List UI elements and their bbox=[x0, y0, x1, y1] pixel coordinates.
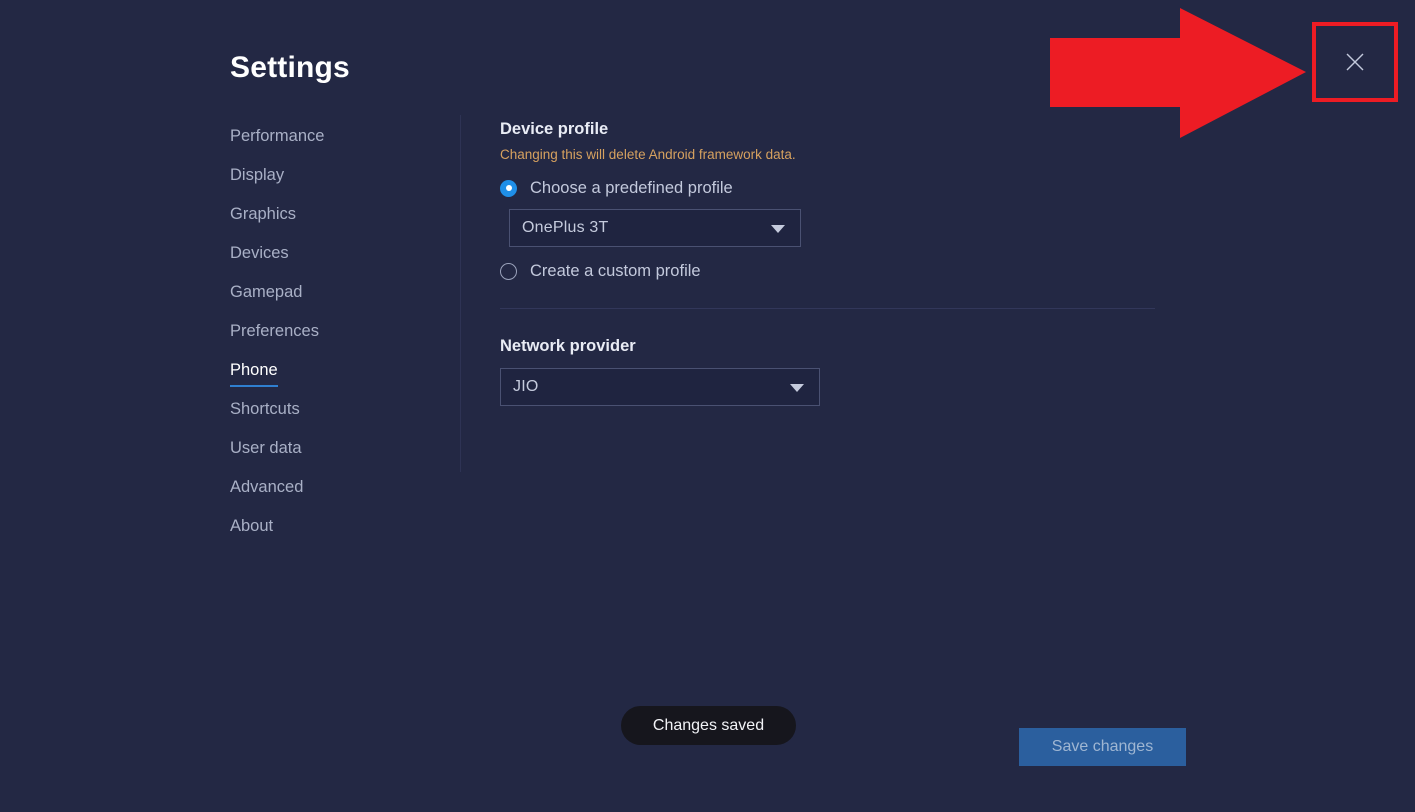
settings-main-panel: Device profile Changing this will delete… bbox=[500, 118, 1160, 406]
network-provider-section: Network provider JIO bbox=[500, 335, 1160, 406]
sidebar-item-preferences[interactable]: Preferences bbox=[230, 320, 440, 359]
sidebar-item-phone[interactable]: Phone bbox=[230, 359, 440, 398]
sidebar-item-advanced[interactable]: Advanced bbox=[230, 476, 440, 515]
sidebar-item-devices[interactable]: Devices bbox=[230, 242, 440, 281]
sidebar-item-label: Devices bbox=[230, 242, 289, 268]
chevron-down-icon bbox=[771, 225, 785, 233]
sidebar-item-label: Performance bbox=[230, 125, 324, 151]
chevron-down-icon bbox=[790, 384, 804, 392]
radio-option-predefined-profile[interactable]: Choose a predefined profile bbox=[500, 178, 1160, 198]
device-profile-section: Device profile Changing this will delete… bbox=[500, 118, 1160, 281]
sidebar-item-label: Shortcuts bbox=[230, 398, 300, 424]
sidebar-item-label: User data bbox=[230, 437, 302, 463]
device-profile-select-value: OnePlus 3T bbox=[522, 219, 608, 237]
sidebar-item-label: Phone bbox=[230, 359, 278, 387]
radio-label: Choose a predefined profile bbox=[530, 178, 733, 198]
device-profile-warning: Changing this will delete Android framew… bbox=[500, 146, 1160, 164]
status-toast: Changes saved bbox=[621, 706, 796, 745]
device-profile-title: Device profile bbox=[500, 118, 1160, 140]
sidebar-item-display[interactable]: Display bbox=[230, 164, 440, 203]
save-changes-button[interactable]: Save changes bbox=[1019, 728, 1186, 766]
sidebar-item-label: About bbox=[230, 515, 273, 541]
sidebar-item-gamepad[interactable]: Gamepad bbox=[230, 281, 440, 320]
sidebar-item-about[interactable]: About bbox=[230, 515, 440, 554]
sidebar-item-graphics[interactable]: Graphics bbox=[230, 203, 440, 242]
sidebar-item-performance[interactable]: Performance bbox=[230, 125, 440, 164]
sidebar-item-label: Gamepad bbox=[230, 281, 302, 307]
sidebar-item-user-data[interactable]: User data bbox=[230, 437, 440, 476]
section-divider bbox=[500, 308, 1155, 309]
sidebar-item-label: Display bbox=[230, 164, 284, 190]
page-title: Settings bbox=[230, 51, 350, 85]
network-provider-select-value: JIO bbox=[513, 378, 539, 396]
network-provider-title: Network provider bbox=[500, 335, 1160, 357]
radio-label: Create a custom profile bbox=[530, 261, 701, 281]
close-icon bbox=[1344, 51, 1366, 73]
sidebar-item-label: Graphics bbox=[230, 203, 296, 229]
radio-selected-icon[interactable] bbox=[500, 180, 517, 197]
device-profile-select[interactable]: OnePlus 3T bbox=[509, 209, 801, 247]
radio-option-custom-profile[interactable]: Create a custom profile bbox=[500, 261, 1160, 281]
close-button[interactable] bbox=[1318, 28, 1392, 96]
sidebar-divider bbox=[460, 115, 461, 472]
network-provider-select[interactable]: JIO bbox=[500, 368, 820, 406]
radio-unselected-icon[interactable] bbox=[500, 263, 517, 280]
sidebar-item-shortcuts[interactable]: Shortcuts bbox=[230, 398, 440, 437]
sidebar-item-label: Advanced bbox=[230, 476, 303, 502]
sidebar-item-label: Preferences bbox=[230, 320, 319, 346]
settings-sidebar: Performance Display Graphics Devices Gam… bbox=[230, 125, 440, 554]
